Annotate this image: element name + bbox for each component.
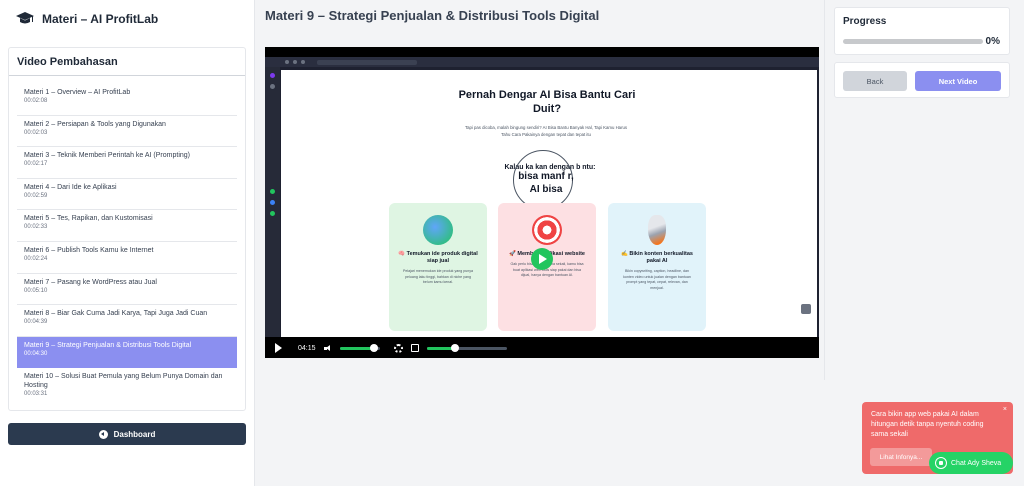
reload-icon [301,60,305,64]
volume-slider[interactable] [339,344,380,352]
video-caption: bisa manf r, AI bisa [518,171,574,195]
lesson-title: Materi 10 – Solusi Buat Pemula yang Belu… [24,373,223,390]
lesson-duration: 00:04:39 [24,319,48,326]
whatsapp-chat-button[interactable]: Chat Ady Sheva [929,452,1013,474]
lesson-duration: 00:02:33 [24,224,48,231]
dashboard-button[interactable]: Dashboard [8,423,246,445]
lesson-title: Materi 2 – Persiapan & Tools yang Diguna… [24,120,166,128]
promo-info-button[interactable]: Lihat Infonya... [870,448,932,466]
lesson-duration: 00:02:59 [24,192,48,199]
lesson-item[interactable]: Materi 4 – Dari Ide ke Aplikasi 00:02:59 [17,179,237,211]
lesson-item[interactable]: Materi 8 – Biar Gak Cuma Jadi Karya, Tap… [17,305,237,337]
card-title: ✍️ Bikin konten berkualitas pakai AI [621,251,693,264]
lesson-item[interactable]: Materi 7 – Pasang ke WordPress atau Jual… [17,274,237,306]
page-title: Materi 9 – Strategi Penjualan & Distribu… [265,8,600,23]
video-webpage: Pernah Dengar AI Bisa Bantu Cari Duit? T… [281,70,817,337]
progress-card: Progress 0% [834,7,1010,55]
lesson-item[interactable]: Materi 5 – Tes, Rapikan, dan Kustomisasi… [17,210,237,242]
lesson-duration: 00:03:31 [24,391,48,398]
video-controls: 04:15 [265,338,819,358]
forward-icon [293,60,297,64]
sidebar: Materi – AI ProfitLab Video Pembahasan M… [0,0,255,486]
video-time: 04:15 [298,344,316,352]
volume-icon[interactable] [323,344,332,352]
video-subtext: Tapi pas dicoba, malah bingung sendiri? … [464,125,628,137]
lesson-item[interactable]: Materi 6 – Publish Tools Kamu ke Interne… [17,242,237,274]
close-icon[interactable]: × [1003,406,1007,413]
card-desc: Pelajari menemukan ide produk yang punya… [402,269,474,284]
lesson-duration: 00:02:08 [24,98,48,104]
lesson-duration: 00:02:17 [24,161,48,168]
lesson-title: Materi 1 – Overview – AI ProfitLab [24,89,131,96]
lesson-title: Materi 5 – Tes, Rapikan, dan Kustomisasi [24,215,153,223]
video-list-panel: Video Pembahasan Materi 1 – Overview – A… [8,47,246,411]
feature-card: ✍️ Bikin konten berkualitas pakai AI Bik… [608,203,706,331]
lesson-duration: 00:04:30 [24,350,48,357]
browser-sidebar [265,67,280,337]
lesson-title: Materi 6 – Publish Tools Kamu ke Interne… [24,246,154,254]
lesson-duration: 00:05:10 [24,287,48,294]
lesson-title: Materi 7 – Pasang ke WordPress atau Jual [24,278,157,286]
nav-card: Back Next Video [834,62,1010,98]
back-button[interactable]: Back [843,71,907,91]
feature-card: 🧠 Temukan ide produk digital siap jual P… [389,203,487,331]
fullscreen-icon[interactable] [410,344,419,352]
progress-percent: 0% [985,36,1000,47]
browser-url [317,59,417,65]
video-player[interactable]: Pernah Dengar AI Bisa Bantu Cari Duit? T… [265,47,819,358]
globe-icon [423,215,453,245]
brand-title: Materi – AI ProfitLab [42,12,159,26]
lesson-item-active[interactable]: Materi 9 – Strategi Penjualan & Distribu… [17,336,237,369]
lesson-title: Materi 4 – Dari Ide ke Aplikasi [24,183,117,191]
brand: Materi – AI ProfitLab [0,0,254,38]
progress-bar [843,39,983,44]
video-headline: Pernah Dengar AI Bisa Bantu Cari Duit? [458,89,636,115]
app-root: Materi – AI ProfitLab Video Pembahasan M… [0,0,1024,486]
whatsapp-label: Chat Ady Sheva [951,459,1002,467]
lesson-item[interactable]: Materi 3 – Teknik Memberi Perintah ke AI… [17,147,237,179]
video-frame: Pernah Dengar AI Bisa Bantu Cari Duit? T… [265,57,819,337]
play-icon[interactable] [275,343,282,353]
lesson-duration: 00:02:03 [24,129,48,136]
whatsapp-icon [935,457,947,469]
card-title: 🧠 Temukan ide produk digital siap jual [398,251,478,264]
lesson-duration: 00:02:24 [24,255,48,262]
back-arrow-icon [98,429,108,439]
panel-title: Video Pembahasan [9,48,245,76]
rocket-icon [648,215,666,245]
graduation-cap-icon [16,12,34,24]
lesson-title: Materi 8 – Biar Gak Cuma Jadi Karya, Tap… [24,310,208,318]
lesson-title: Materi 3 – Teknik Memberi Perintah ke AI… [24,152,190,160]
seek-bar[interactable] [426,344,507,352]
dashboard-label: Dashboard [113,429,156,439]
pip-icon[interactable] [801,304,811,314]
browser-bar [265,57,819,67]
play-overlay-icon[interactable] [531,248,553,270]
promo-text: Cara bikin app web pakai AI dalam hitung… [871,411,984,438]
lesson-list: Materi 1 – Overview – AI ProfitLab 00:02:… [9,76,245,408]
lesson-item[interactable]: Materi 10 – Solusi Buat Pemula yang Belu… [17,368,237,408]
lesson-item[interactable]: Materi 2 – Persiapan & Tools yang Diguna… [17,116,237,148]
lesson-item[interactable]: Materi 1 – Overview – AI ProfitLab 00:02:… [17,84,237,116]
back-icon [285,60,289,64]
lesson-title: Materi 9 – Strategi Penjualan & Distribu… [24,341,192,349]
settings-gear-icon[interactable] [393,343,403,353]
card-desc: Bikin copywriting, caption, headline, da… [623,269,691,290]
progress-label: Progress [843,16,887,27]
target-icon [532,215,562,245]
next-video-button[interactable]: Next Video [915,71,1001,91]
